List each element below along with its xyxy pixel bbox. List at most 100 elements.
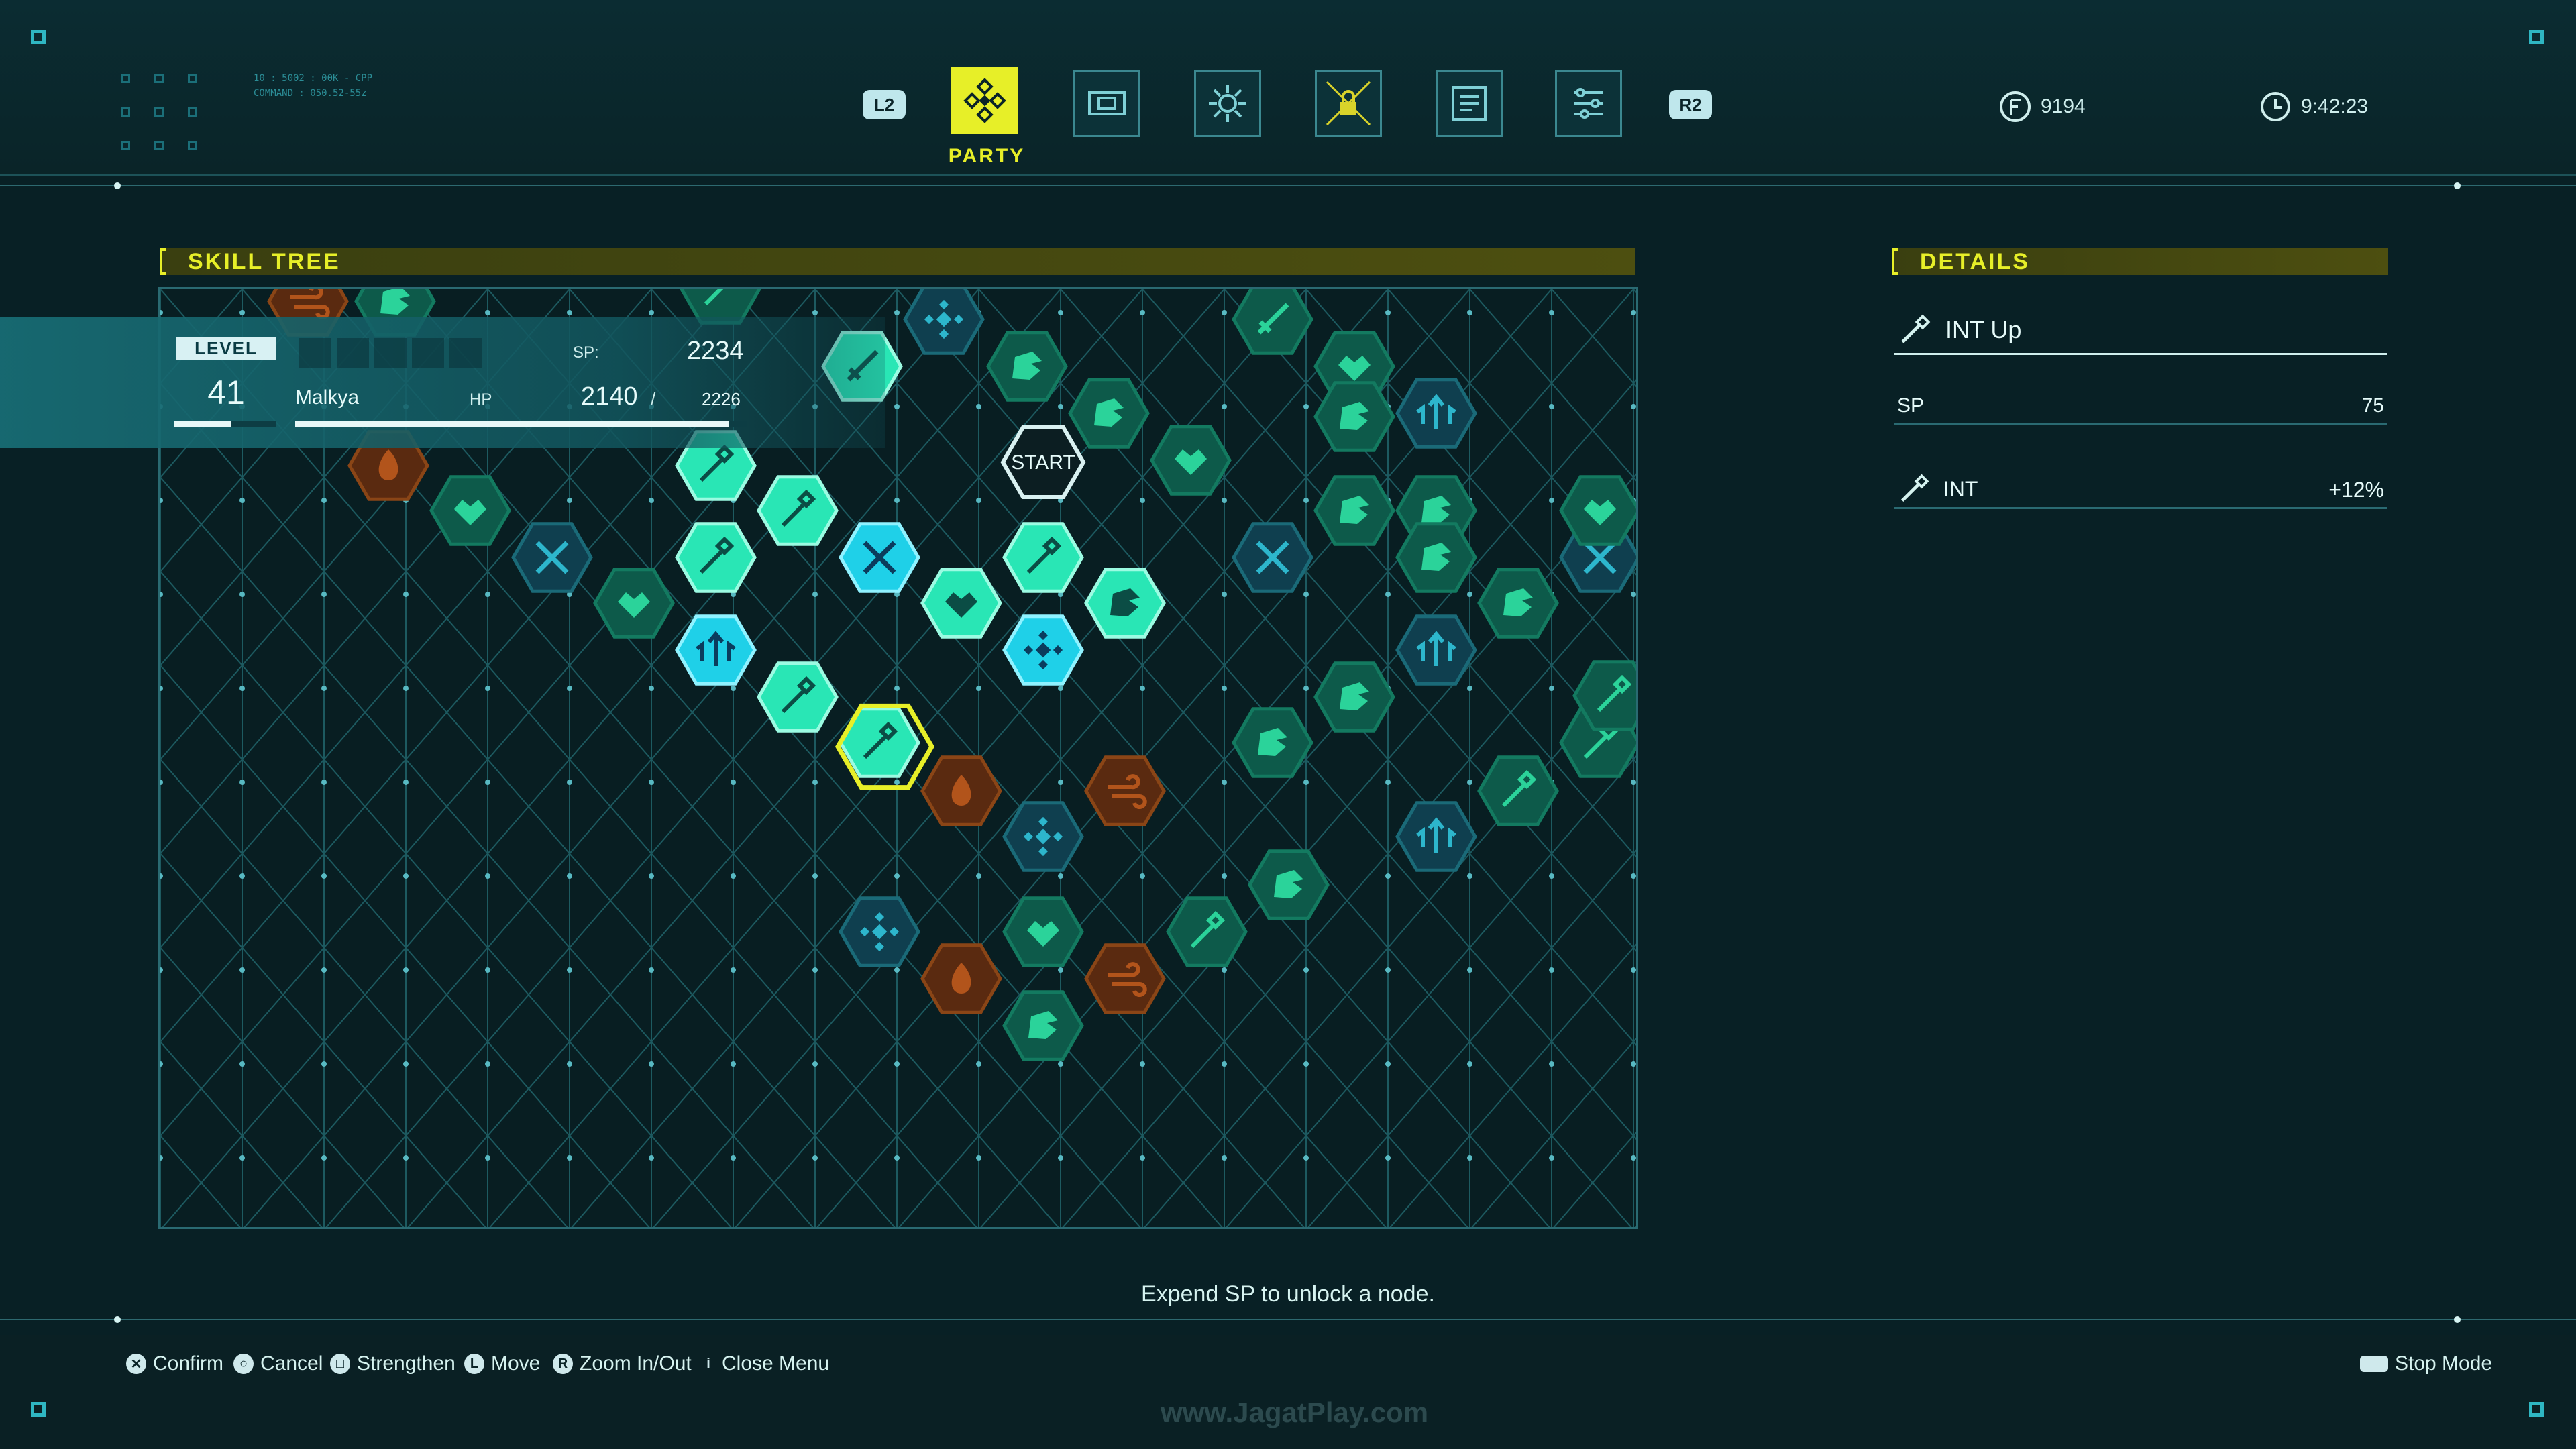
skill-node-diamond[interactable] bbox=[839, 896, 920, 967]
skill-node-swords[interactable] bbox=[511, 522, 593, 593]
control-zoom[interactable]: R Zoom In/Out bbox=[553, 1352, 692, 1375]
grid-dot bbox=[567, 686, 572, 691]
grid-dot bbox=[567, 1155, 572, 1161]
grid-dot bbox=[1303, 498, 1309, 503]
skill-node-flame[interactable] bbox=[920, 755, 1002, 826]
skill-node-wand[interactable] bbox=[757, 661, 839, 733]
divider bbox=[0, 1319, 2576, 1320]
control-stop-mode[interactable]: Stop Mode bbox=[2360, 1352, 2492, 1375]
grid-dot bbox=[1549, 967, 1554, 973]
skill-node-fist[interactable] bbox=[1084, 568, 1166, 639]
tab-party[interactable] bbox=[951, 67, 1018, 134]
tab-archive[interactable] bbox=[1436, 70, 1503, 137]
grid-dot bbox=[649, 780, 654, 785]
l2-button[interactable]: L2 bbox=[863, 90, 906, 119]
party-diamond-icon bbox=[963, 78, 1006, 123]
grid-dot bbox=[1058, 1061, 1063, 1067]
divider bbox=[1894, 507, 2387, 509]
grid-dot bbox=[321, 967, 327, 973]
level-slots bbox=[299, 338, 482, 368]
control-cancel[interactable]: ○ Cancel bbox=[233, 1352, 323, 1375]
skill-node-swords[interactable] bbox=[1232, 522, 1313, 593]
grid-dot bbox=[321, 1155, 327, 1161]
skill-node-wind[interactable] bbox=[1084, 755, 1166, 826]
tab-system[interactable] bbox=[1555, 70, 1622, 137]
skill-node-fist[interactable] bbox=[1313, 381, 1395, 452]
grid-dot bbox=[1140, 310, 1145, 315]
details-stat-row: INT +12% bbox=[1897, 472, 2387, 506]
corner-marker-icon bbox=[31, 1402, 46, 1417]
skill-node-wind[interactable] bbox=[1084, 943, 1166, 1014]
skill-node-heart[interactable] bbox=[429, 475, 511, 546]
circle-button-icon: ○ bbox=[233, 1354, 254, 1374]
grid-dot bbox=[1222, 967, 1227, 973]
grid-dot bbox=[1467, 592, 1472, 597]
grid-dot bbox=[160, 498, 163, 503]
grid-dot bbox=[1303, 967, 1309, 973]
grid-dot bbox=[894, 1155, 900, 1161]
skill-node-wand[interactable] bbox=[675, 522, 757, 593]
playtime-display: 9:42:23 bbox=[2259, 91, 2368, 123]
control-label: Zoom In/Out bbox=[580, 1352, 692, 1375]
skill-node-wand[interactable] bbox=[1002, 522, 1084, 593]
skill-node-selected[interactable] bbox=[835, 703, 935, 790]
grid-dot bbox=[160, 873, 163, 879]
grid-dot bbox=[1385, 592, 1391, 597]
skill-node-sword[interactable] bbox=[1232, 289, 1313, 355]
skill-node-diamond[interactable] bbox=[1002, 614, 1084, 686]
grid-dot bbox=[649, 967, 654, 973]
grid-dot bbox=[1549, 1061, 1554, 1067]
grid-dot bbox=[321, 498, 327, 503]
r2-button[interactable]: R2 bbox=[1669, 90, 1712, 119]
divider-dot bbox=[2454, 182, 2461, 189]
grid-dot bbox=[160, 967, 163, 973]
grid-dot bbox=[485, 686, 490, 691]
grid-dot bbox=[1058, 686, 1063, 691]
grid-dot bbox=[239, 780, 245, 785]
sp-label: SP: bbox=[573, 343, 599, 362]
grid-dot bbox=[894, 873, 900, 879]
grid-dot bbox=[321, 780, 327, 785]
grid-dot bbox=[567, 780, 572, 785]
control-close-menu[interactable]: i Close Menu bbox=[702, 1352, 829, 1375]
skill-node-fist[interactable] bbox=[1002, 990, 1084, 1061]
skill-node-swords[interactable] bbox=[839, 522, 920, 593]
skill-node-diamond[interactable] bbox=[903, 289, 985, 355]
grid-dot bbox=[1222, 1061, 1227, 1067]
skill-node-fist[interactable] bbox=[1313, 475, 1395, 546]
grid-dot bbox=[894, 404, 900, 409]
grid-dot bbox=[321, 686, 327, 691]
control-confirm[interactable]: ✕ Confirm bbox=[126, 1352, 223, 1375]
skill-node-flame[interactable] bbox=[920, 943, 1002, 1014]
grid-dot bbox=[894, 967, 900, 973]
hp-value: 2140 bbox=[581, 382, 638, 411]
tab-skills[interactable] bbox=[1194, 70, 1261, 137]
skill-node-heart[interactable] bbox=[1002, 896, 1084, 967]
control-strengthen[interactable]: □ Strengthen bbox=[330, 1352, 455, 1375]
grid-dot bbox=[1058, 404, 1063, 409]
skill-node-diamond[interactable] bbox=[1002, 801, 1084, 872]
grid-dot bbox=[976, 1061, 981, 1067]
grid-dot bbox=[485, 1155, 490, 1161]
character-status-banner: LEVEL 41 Malkya SP: 2234 HP 2140 / 2226 bbox=[0, 317, 885, 448]
grid-dot bbox=[1058, 310, 1063, 315]
divider bbox=[0, 185, 2576, 186]
grid-dot bbox=[976, 498, 981, 503]
details-sp-label: SP bbox=[1897, 394, 1925, 417]
grid-dot bbox=[160, 310, 163, 315]
skill-node-heart[interactable] bbox=[593, 568, 675, 639]
skill-node-heart[interactable] bbox=[1559, 475, 1638, 546]
skill-node-wand[interactable] bbox=[1166, 896, 1248, 967]
currency-icon bbox=[2000, 91, 2031, 122]
tab-equipment[interactable] bbox=[1073, 70, 1140, 137]
skill-node-heart[interactable] bbox=[920, 568, 1002, 639]
hud-code-line: COMMAND : 050.52-55z bbox=[254, 88, 367, 99]
skill-node-fist[interactable] bbox=[1248, 849, 1330, 920]
skill-node-arrows[interactable] bbox=[675, 614, 757, 686]
grid-dot bbox=[1140, 1155, 1145, 1161]
grid-dot bbox=[1467, 686, 1472, 691]
control-move[interactable]: L Move bbox=[464, 1352, 540, 1375]
grid-dot bbox=[567, 498, 572, 503]
tab-items[interactable] bbox=[1315, 70, 1382, 137]
skill-node-wand[interactable] bbox=[757, 475, 839, 546]
